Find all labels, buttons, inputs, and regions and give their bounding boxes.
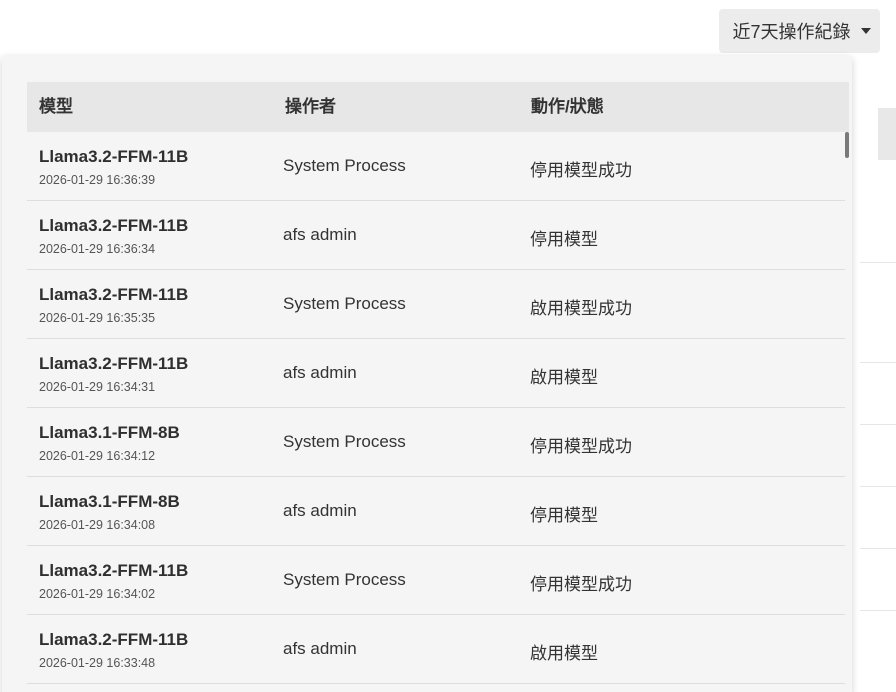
background-divider [860,262,896,263]
model-name: Llama3.2-FFM-11B [39,216,189,235]
model-name: Llama3.1-FFM-8B [39,492,180,511]
model-name: Llama3.2-FFM-11B [39,354,189,373]
action-status: 停用模型 [530,506,598,525]
table-row: Llama3.2-FFM-11B 2026-01-29 16:36:39 Sys… [27,132,845,201]
timestamp: 2026-01-29 16:34:08 [39,518,156,532]
operator: afs admin [283,363,357,382]
background-divider [860,424,896,425]
table-row: Llama3.2-FFM-11B 2026-01-29 16:33:48 afs… [27,615,845,684]
action-status: 啟用模型成功 [530,299,632,318]
timestamp: 2026-01-29 16:33:48 [39,656,156,670]
page: 近7天操作紀錄 模型 操作者 動作/狀態 Llama3.2-FFM-11B 20… [0,0,896,692]
table-row: Llama3.1-FFM-8B 2026-01-29 16:34:12 Syst… [27,408,845,477]
operator: afs admin [283,639,357,658]
model-name: Llama3.1-FFM-8B [39,423,180,442]
operator: System Process [283,294,406,313]
activity-log-panel: 模型 操作者 動作/狀態 Llama3.2-FFM-11B 2026-01-29… [2,56,852,692]
background-divider [860,548,896,549]
operator: System Process [283,156,406,175]
timestamp: 2026-01-29 16:36:34 [39,242,156,256]
action-status: 啟用模型 [530,368,598,387]
model-name: Llama3.2-FFM-11B [39,561,189,580]
table-row: Llama3.2-FFM-11B 2026-01-29 16:34:02 Sys… [27,546,845,615]
operator: System Process [283,570,406,589]
table-header: 模型 操作者 動作/狀態 [27,82,849,132]
model-name: Llama3.2-FFM-11B [39,147,189,166]
table-row: Llama3.2-FFM-11B 2026-01-29 16:34:31 afs… [27,339,845,408]
column-header-action: 動作/狀態 [531,97,604,116]
operator: System Process [283,432,406,451]
activity-log-rows[interactable]: Llama3.2-FFM-11B 2026-01-29 16:36:39 Sys… [27,132,845,684]
action-status: 停用模型成功 [530,575,632,594]
background-divider [860,486,896,487]
action-status: 停用模型成功 [530,161,632,180]
timestamp: 2026-01-29 16:35:35 [39,311,156,325]
column-header-model: 模型 [39,97,73,116]
background-divider [860,610,896,611]
model-name: Llama3.2-FFM-11B [39,285,189,304]
model-name: Llama3.2-FFM-11B [39,630,189,649]
timestamp: 2026-01-29 16:34:12 [39,449,156,463]
scrollbar-thumb[interactable] [845,132,849,158]
timestamp: 2026-01-29 16:34:31 [39,380,156,394]
timestamp: 2026-01-29 16:36:39 [39,173,156,187]
recent-activity-label: 近7天操作紀錄 [732,22,851,42]
table-row: Llama3.2-FFM-11B 2026-01-29 16:36:34 afs… [27,201,845,270]
background-header-block [878,108,896,160]
action-status: 停用模型 [530,230,598,249]
column-header-operator: 操作者 [285,97,336,116]
operator: afs admin [283,225,357,244]
timestamp: 2026-01-29 16:34:02 [39,587,156,601]
action-status: 停用模型成功 [530,437,632,456]
operator: afs admin [283,501,357,520]
table-row: Llama3.2-FFM-11B 2026-01-29 16:35:35 Sys… [27,270,845,339]
action-status: 啟用模型 [530,644,598,663]
background-divider [860,362,896,363]
table-row: Llama3.1-FFM-8B 2026-01-29 16:34:08 afs … [27,477,845,546]
recent-activity-dropdown-button[interactable]: 近7天操作紀錄 [719,9,880,53]
caret-down-icon [860,28,871,34]
